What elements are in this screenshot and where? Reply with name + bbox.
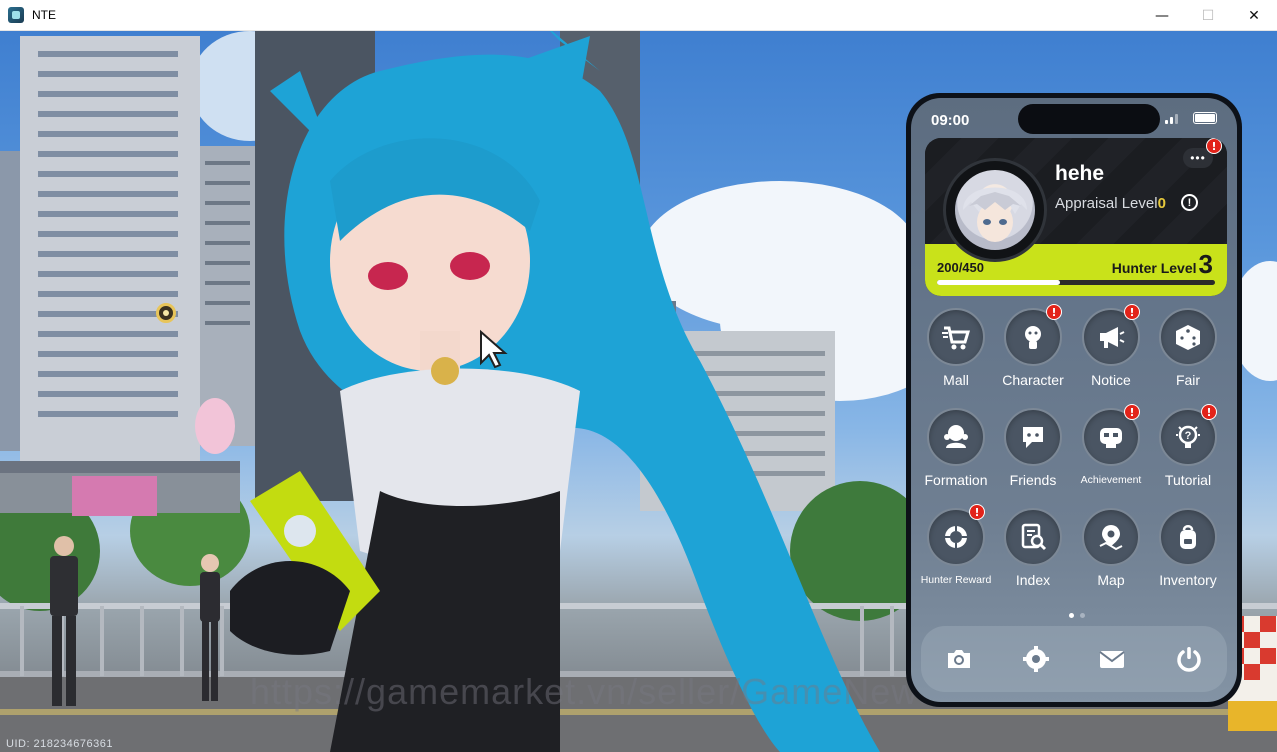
- app-map-button[interactable]: Map: [1072, 508, 1150, 588]
- camera-button[interactable]: [937, 637, 981, 681]
- app-label: Formation: [924, 472, 988, 488]
- cursor-arrow-icon: [480, 329, 508, 369]
- phone-screen: 09:00 ••• ! hehe Appraisal Level0 ! 200/…: [911, 98, 1237, 702]
- app-label: Tutorial: [1164, 472, 1212, 488]
- notification-badge: !: [969, 504, 985, 520]
- window-titlebar: NTE — ☐ ✕: [0, 0, 1277, 31]
- app-index-button[interactable]: Index: [994, 508, 1072, 588]
- mail-icon: [1099, 651, 1125, 668]
- page-dot[interactable]: [1069, 613, 1074, 618]
- svg-text:?: ?: [1185, 430, 1192, 442]
- app-label: Friends: [1009, 472, 1057, 488]
- profile-card[interactable]: ••• ! hehe Appraisal Level0 ! 200/450 Hu…: [925, 138, 1227, 296]
- exp-progress-bar: [937, 280, 1215, 285]
- close-button[interactable]: ✕: [1231, 0, 1277, 31]
- waypoint-marker-icon[interactable]: [156, 303, 176, 323]
- phone-menu: 09:00 ••• ! hehe Appraisal Level0 ! 200/…: [906, 93, 1242, 707]
- phone-notch: [1018, 104, 1160, 134]
- chat-icon: [1004, 408, 1062, 466]
- appraisal-level: Appraisal Level0: [1055, 195, 1166, 212]
- mail-button[interactable]: [1090, 637, 1134, 681]
- username: hehe: [1055, 162, 1105, 185]
- notification-badge: !: [1206, 138, 1222, 154]
- notification-badge: !: [1124, 404, 1140, 420]
- index-icon: [1004, 508, 1062, 566]
- app-inventory-button[interactable]: Inventory: [1149, 508, 1227, 588]
- app-hunter-reward-button[interactable]: ! Hunter Reward: [917, 504, 995, 586]
- window-title: NTE: [32, 8, 56, 22]
- app-label: Index: [1015, 572, 1051, 588]
- appraisal-label: Appraisal Level: [1055, 195, 1158, 212]
- app-label: Notice: [1091, 372, 1131, 388]
- notification-badge: !: [1046, 304, 1062, 320]
- avatar: [955, 170, 1035, 250]
- cart-icon: [927, 308, 985, 366]
- avatar-frame[interactable]: [943, 158, 1047, 262]
- notification-badge: !: [1201, 404, 1217, 420]
- hunter-level: Hunter Level 3: [1111, 249, 1213, 279]
- app-friends-button[interactable]: Friends: [994, 408, 1072, 488]
- app-label: Map: [1097, 572, 1125, 588]
- app-label: Fair: [1175, 372, 1201, 388]
- app-formation-button[interactable]: Formation: [917, 408, 995, 488]
- settings-icon: [1022, 646, 1049, 672]
- power-button[interactable]: [1167, 637, 1211, 681]
- app-label: Hunter Reward: [920, 574, 992, 586]
- app-tutorial-button[interactable]: ?! Tutorial: [1149, 404, 1227, 488]
- app-mall-button[interactable]: Mall: [917, 308, 995, 388]
- hunter-level-value: 3: [1198, 249, 1213, 279]
- camera-icon: [948, 650, 971, 668]
- minimize-button[interactable]: —: [1139, 0, 1185, 31]
- maximize-button[interactable]: ☐: [1185, 0, 1231, 31]
- app-notice-button[interactable]: ! Notice: [1072, 304, 1150, 388]
- player-uid: UID: 218234676361: [6, 738, 113, 750]
- page-dot[interactable]: [1080, 613, 1085, 618]
- page-indicator: [1069, 613, 1085, 618]
- power-icon: [1177, 647, 1201, 672]
- exp-progress-fill: [937, 280, 1061, 285]
- signal-icon: [1165, 112, 1178, 124]
- app-label: Inventory: [1159, 572, 1217, 588]
- backpack-icon: [1159, 508, 1217, 566]
- map-pin-icon: [1082, 508, 1140, 566]
- app-character-button[interactable]: ! Character: [994, 304, 1072, 388]
- status-time: 09:00: [931, 112, 970, 129]
- settings-button[interactable]: [1014, 637, 1058, 681]
- watermark-text: https://gamemarket.vn/seller/GameNews: [250, 671, 938, 712]
- hunter-level-label: Hunter Level: [1111, 260, 1197, 276]
- exp-progress-text: 200/450: [937, 260, 984, 275]
- formation-icon: [927, 408, 985, 466]
- notification-badge: !: [1124, 304, 1140, 320]
- app-logo-icon: [8, 7, 24, 23]
- app-label: Achievement: [1080, 474, 1142, 486]
- info-icon[interactable]: !: [1181, 194, 1198, 211]
- app-achievement-button[interactable]: ! Achievement: [1072, 404, 1150, 486]
- dice-icon: [1159, 308, 1217, 366]
- app-label: Mall: [943, 372, 969, 388]
- app-fair-button[interactable]: Fair: [1149, 308, 1227, 388]
- phone-dock: [921, 626, 1227, 692]
- app-label: Character: [1002, 372, 1064, 388]
- battery-icon: [1193, 112, 1217, 124]
- appraisal-value: 0: [1157, 195, 1166, 212]
